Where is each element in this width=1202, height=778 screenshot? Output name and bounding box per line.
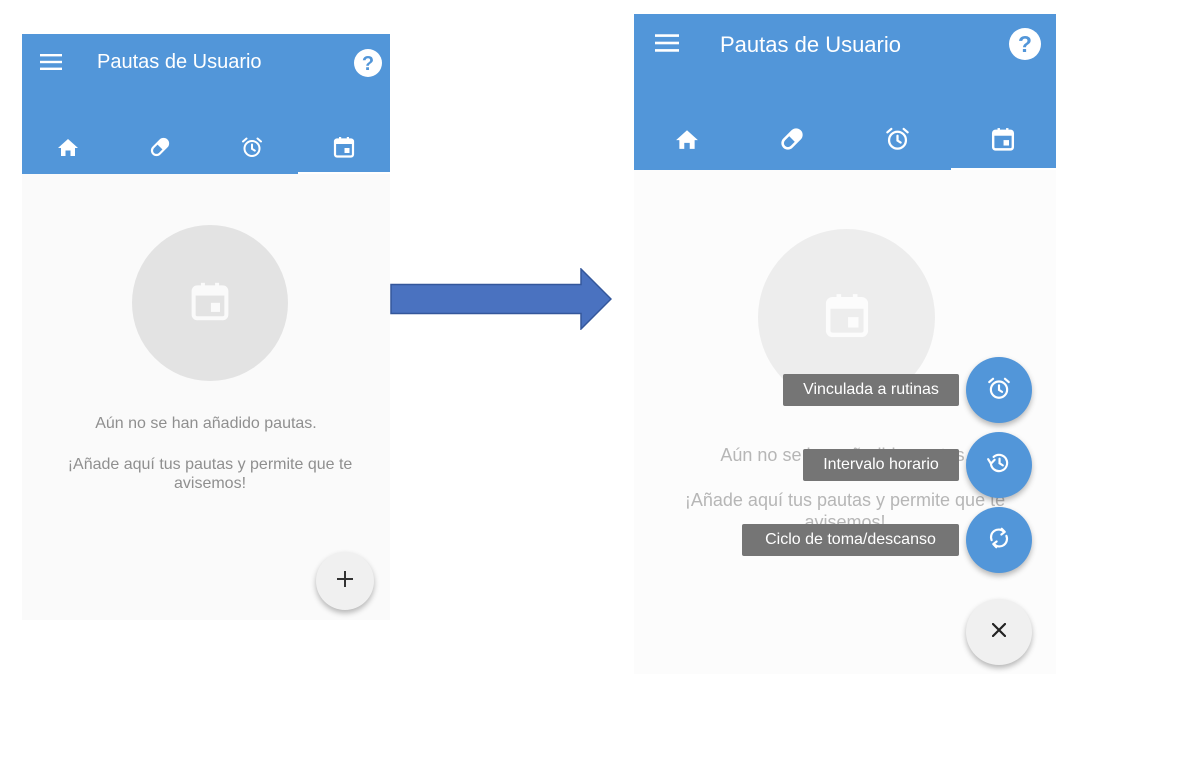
history-icon [986, 450, 1012, 481]
empty-state-message: Aún no se han añadido pautas. [95, 415, 317, 432]
alarm-icon [240, 135, 264, 164]
home-icon [57, 137, 79, 162]
tab-medications[interactable] [740, 112, 846, 170]
tab-bar [634, 112, 1056, 170]
speed-dial-label-cycle[interactable]: Ciclo de toma/descanso [742, 524, 959, 556]
page-title: Pautas de Usuario [720, 32, 901, 57]
menu-icon[interactable] [652, 30, 682, 56]
transition-arrow-icon [390, 268, 612, 330]
page-title: Pautas de Usuario [97, 51, 262, 73]
speed-dial-label-routines[interactable]: Vinculada a rutinas [783, 374, 959, 406]
screen-before: Pautas de Usuario ? Aún no se han añadid… [22, 34, 390, 620]
close-speed-dial-button[interactable] [966, 599, 1032, 665]
menu-icon[interactable] [36, 49, 66, 75]
speed-dial-label-interval[interactable]: Intervalo horario [803, 449, 959, 481]
empty-state-illustration [132, 225, 288, 381]
sync-icon [986, 525, 1012, 556]
tab-home[interactable] [634, 112, 740, 170]
svg-text:?: ? [362, 53, 374, 75]
tab-schedules[interactable] [950, 112, 1057, 170]
speed-dial-interval-button[interactable] [966, 432, 1032, 498]
calendar-icon [991, 127, 1015, 156]
app-bar: Pautas de Usuario ? [634, 14, 1056, 170]
tab-alarms[interactable] [845, 112, 951, 170]
screen-after: Pautas de Usuario ? Aún no se han añadid… [634, 14, 1056, 674]
app-bar: Pautas de Usuario ? [22, 34, 390, 174]
tab-bar [22, 124, 390, 174]
svg-text:?: ? [1018, 31, 1032, 57]
alarm-icon [986, 375, 1012, 406]
add-schedule-button[interactable] [316, 552, 374, 610]
calendar-icon [190, 280, 230, 327]
plus-icon [337, 570, 353, 592]
pill-icon [778, 125, 806, 158]
tab-home[interactable] [22, 124, 114, 174]
tab-schedules[interactable] [298, 124, 390, 174]
calendar-icon [333, 136, 355, 163]
tab-alarms[interactable] [206, 124, 298, 174]
speed-dial-cycle-button[interactable] [966, 507, 1032, 573]
help-icon[interactable]: ? [1008, 27, 1042, 61]
close-icon [991, 622, 1007, 642]
home-icon [675, 128, 699, 155]
empty-state-hint: ¡Añade aquí tus pautas y permite que te … [67, 456, 353, 492]
pill-icon [148, 135, 172, 164]
help-icon[interactable]: ? [352, 47, 384, 79]
alarm-icon [884, 125, 911, 157]
tab-medications[interactable] [114, 124, 206, 174]
speed-dial-routines-button[interactable] [966, 357, 1032, 423]
